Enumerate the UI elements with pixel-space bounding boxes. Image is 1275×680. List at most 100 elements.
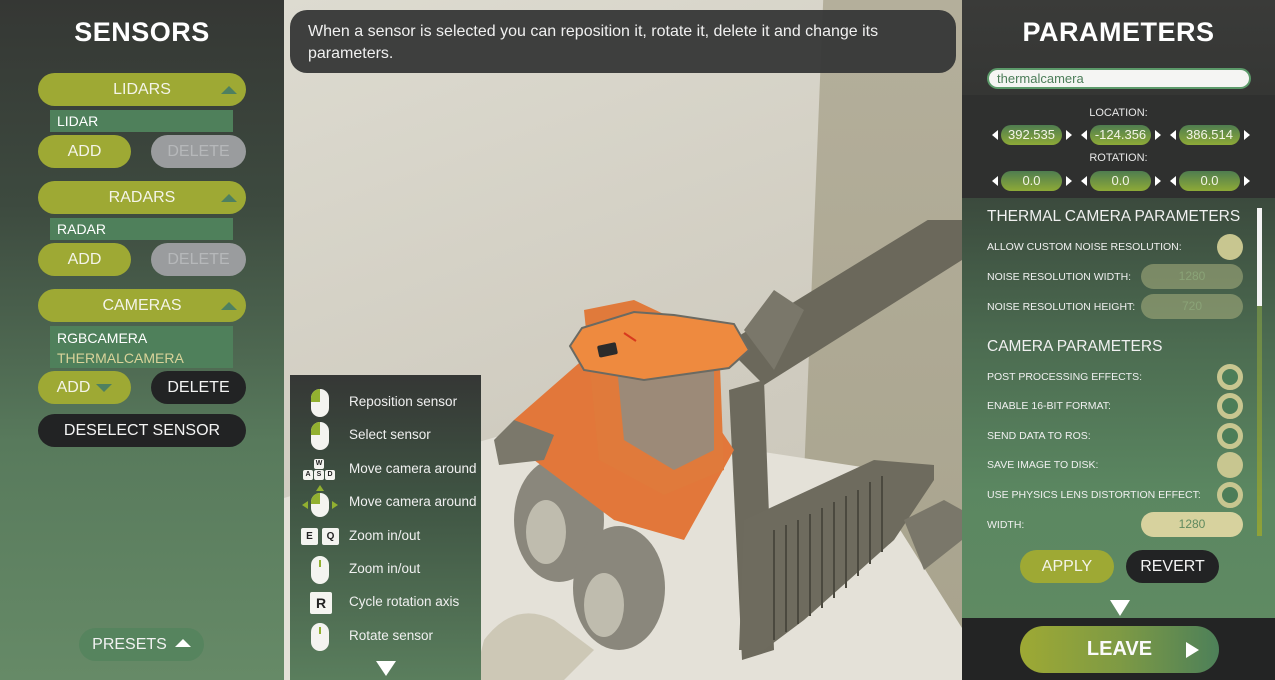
decrement-arrow-icon[interactable] bbox=[1170, 176, 1176, 186]
control-row: R Cycle rotation axis bbox=[290, 587, 481, 619]
camera-list: RGBCAMERA THERMALCAMERA bbox=[50, 326, 233, 368]
location-y-value[interactable]: -124.356 bbox=[1090, 125, 1151, 145]
category-label: CAMERAS bbox=[102, 297, 182, 314]
add-label: ADD bbox=[56, 379, 91, 396]
list-item-radar[interactable]: RADAR bbox=[57, 219, 226, 239]
presets-label: PRESETS bbox=[92, 636, 167, 653]
increment-arrow-icon[interactable] bbox=[1244, 176, 1250, 186]
delete-camera-button[interactable]: DELETE bbox=[151, 371, 246, 404]
mouse-wheel-icon bbox=[302, 621, 338, 653]
leave-label: LEAVE bbox=[1086, 638, 1153, 660]
parameters-title: PARAMETERS bbox=[1022, 17, 1215, 47]
lidar-list: LIDAR bbox=[50, 110, 233, 132]
controls-help-panel: Reposition sensor Select sensor W A S D … bbox=[290, 375, 481, 680]
post-processing-toggle[interactable] bbox=[1217, 364, 1243, 390]
eq-keys-icon: E Q bbox=[301, 521, 339, 553]
enable-16bit-toggle[interactable] bbox=[1217, 393, 1243, 419]
location-x-field[interactable]: 392.535 bbox=[992, 125, 1080, 145]
leave-bar: LEAVE bbox=[962, 618, 1275, 680]
lens-distortion-toggle[interactable] bbox=[1217, 482, 1243, 508]
save-to-disk-toggle[interactable] bbox=[1217, 452, 1243, 478]
revert-button[interactable]: REVERT bbox=[1126, 550, 1219, 583]
control-row: Move camera around bbox=[290, 485, 481, 519]
leave-button[interactable]: LEAVE bbox=[1020, 626, 1219, 673]
control-label: Cycle rotation axis bbox=[349, 594, 460, 609]
scrollbar-thumb[interactable] bbox=[1257, 208, 1262, 306]
noise-height-input[interactable]: 720 bbox=[1141, 294, 1243, 319]
increment-arrow-icon[interactable] bbox=[1155, 130, 1161, 140]
control-row: Reposition sensor bbox=[290, 387, 481, 419]
decrement-arrow-icon[interactable] bbox=[1170, 130, 1176, 140]
list-item-lidar[interactable]: LIDAR bbox=[57, 111, 226, 131]
delete-radar-button[interactable]: DELETE bbox=[151, 243, 246, 276]
control-label: Zoom in/out bbox=[349, 528, 421, 543]
decrement-arrow-icon[interactable] bbox=[1081, 130, 1087, 140]
list-item-thermalcamera[interactable]: THERMALCAMERA bbox=[57, 348, 226, 368]
list-item-rgbcamera[interactable]: RGBCAMERA bbox=[57, 328, 226, 348]
param-row-post-processing: POST PROCESSING EFFECTS: bbox=[987, 363, 1245, 391]
collapse-up-icon bbox=[221, 194, 237, 202]
category-radars-header[interactable]: RADARS bbox=[38, 181, 246, 214]
front-grill bbox=[739, 460, 934, 650]
collapse-up-icon bbox=[221, 86, 237, 94]
deselect-sensor-button[interactable]: DESELECT SENSOR bbox=[38, 414, 246, 447]
wheel-rim-front bbox=[584, 573, 624, 637]
location-z-value[interactable]: 386.514 bbox=[1179, 125, 1240, 145]
wasd-keys-icon: W A S D bbox=[302, 454, 338, 486]
category-label: RADARS bbox=[108, 189, 176, 206]
instruction-banner: When a sensor is selected you can reposi… bbox=[290, 10, 956, 73]
expand-up-icon bbox=[174, 639, 191, 647]
control-label: Reposition sensor bbox=[349, 394, 458, 409]
collapse-up-icon bbox=[221, 302, 237, 310]
control-row: Zoom in/out bbox=[290, 554, 481, 586]
parameters-panel: PARAMETERS LOCATION: 392.535 -124.356 38… bbox=[962, 0, 1275, 680]
location-z-field[interactable]: 386.514 bbox=[1170, 125, 1258, 145]
delete-lidar-button[interactable]: DELETE bbox=[151, 135, 246, 168]
rotation-x-value[interactable]: 0.0 bbox=[1001, 171, 1062, 191]
scroll-down-arrow-icon[interactable] bbox=[1110, 600, 1130, 616]
allow-custom-noise-toggle[interactable] bbox=[1217, 234, 1243, 260]
add-radar-button[interactable]: ADD bbox=[38, 243, 131, 276]
category-label: LIDARS bbox=[113, 81, 171, 98]
param-label: USE PHYSICS LENS DISTORTION EFFECT: bbox=[987, 489, 1201, 501]
increment-arrow-icon[interactable] bbox=[1155, 176, 1161, 186]
rotation-y-value[interactable]: 0.0 bbox=[1090, 171, 1151, 191]
param-label: SAVE IMAGE TO DISK: bbox=[987, 459, 1099, 471]
rotation-x-field[interactable]: 0.0 bbox=[992, 171, 1080, 191]
increment-arrow-icon[interactable] bbox=[1244, 130, 1250, 140]
rotation-y-field[interactable]: 0.0 bbox=[1081, 171, 1169, 191]
scroll-down-arrow-icon[interactable] bbox=[376, 661, 396, 676]
param-row-noise-height: NOISE RESOLUTION HEIGHT: 720 bbox=[987, 293, 1245, 321]
decrement-arrow-icon[interactable] bbox=[992, 176, 998, 186]
location-x-value[interactable]: 392.535 bbox=[1001, 125, 1062, 145]
control-row: Rotate sensor bbox=[290, 621, 481, 653]
width-input[interactable]: 1280 bbox=[1141, 512, 1243, 537]
category-cameras-header[interactable]: CAMERAS bbox=[38, 289, 246, 322]
param-row-noise-width: NOISE RESOLUTION WIDTH: 1280 bbox=[987, 263, 1245, 291]
increment-arrow-icon[interactable] bbox=[1066, 176, 1072, 186]
apply-button[interactable]: APPLY bbox=[1020, 550, 1114, 583]
send-ros-toggle[interactable] bbox=[1217, 423, 1243, 449]
add-camera-button[interactable]: ADD bbox=[38, 371, 131, 404]
mouse-drag-move-icon bbox=[302, 485, 338, 519]
parameters-scroll-area: THERMAL CAMERA PARAMETERS ALLOW CUSTOM N… bbox=[962, 198, 1275, 618]
rotation-z-field[interactable]: 0.0 bbox=[1170, 171, 1258, 191]
presets-button[interactable]: PRESETS bbox=[79, 628, 204, 661]
rotation-z-value[interactable]: 0.0 bbox=[1179, 171, 1240, 191]
decrement-arrow-icon[interactable] bbox=[992, 130, 998, 140]
forestry-machine-model[interactable] bbox=[474, 220, 962, 680]
control-row: E Q Zoom in/out bbox=[290, 521, 481, 553]
wheel-rim-rear bbox=[526, 500, 566, 564]
control-label: Move camera around bbox=[349, 494, 477, 509]
increment-arrow-icon[interactable] bbox=[1066, 130, 1072, 140]
noise-width-input[interactable]: 1280 bbox=[1141, 264, 1243, 289]
3d-viewport[interactable]: When a sensor is selected you can reposi… bbox=[284, 0, 962, 680]
rotation-label: ROTATION: bbox=[1089, 152, 1148, 164]
decrement-arrow-icon[interactable] bbox=[1081, 176, 1087, 186]
param-row-allow-custom-noise: ALLOW CUSTOM NOISE RESOLUTION: bbox=[987, 233, 1245, 261]
category-lidars-header[interactable]: LIDARS bbox=[38, 73, 246, 106]
add-lidar-button[interactable]: ADD bbox=[38, 135, 131, 168]
sensor-name-input[interactable] bbox=[987, 68, 1251, 89]
param-label: SEND DATA TO ROS: bbox=[987, 430, 1091, 442]
location-y-field[interactable]: -124.356 bbox=[1081, 125, 1169, 145]
